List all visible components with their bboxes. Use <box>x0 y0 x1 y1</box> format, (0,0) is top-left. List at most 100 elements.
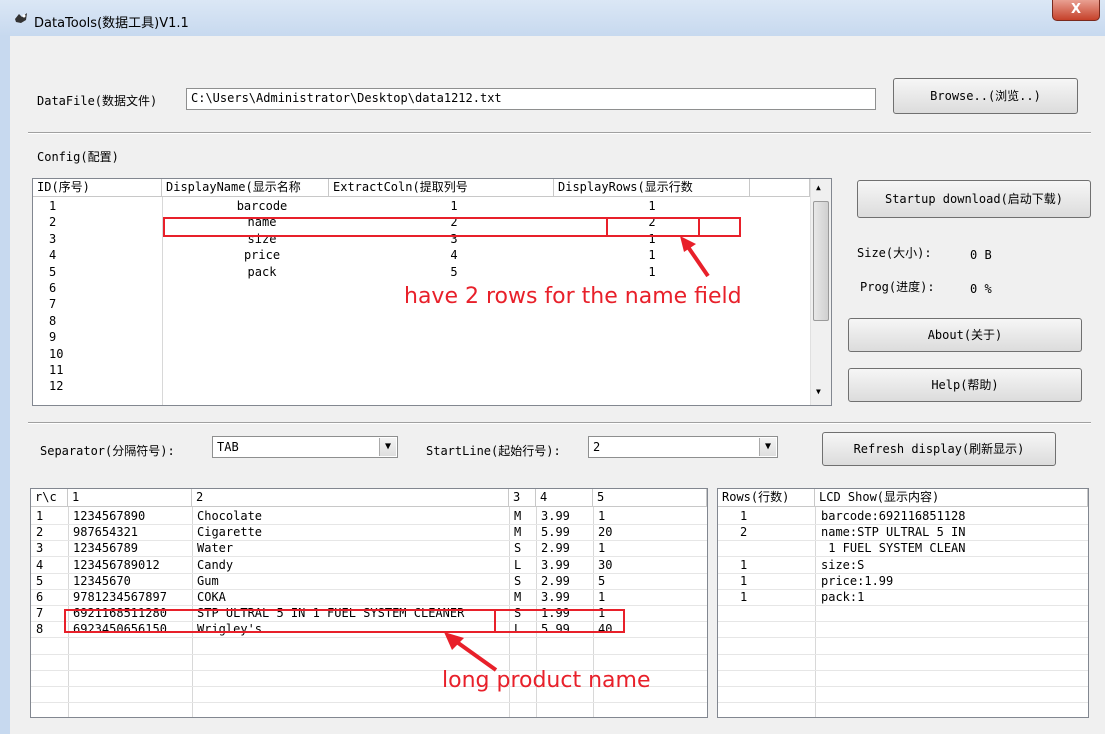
lcd-cell-rows: 2 <box>740 525 748 540</box>
lcd-row[interactable]: 1 barcode:692116851128 <box>718 508 1088 525</box>
lcd-cell-show: 1 FUEL SYSTEM CLEAN <box>821 541 966 556</box>
table-cell: Gum <box>197 573 219 588</box>
config-cell-coln <box>329 313 579 329</box>
lcd-row[interactable]: 1 price:1.99 <box>718 573 1088 590</box>
table-cell: M <box>514 509 522 523</box>
scroll-up-icon[interactable]: ▲ <box>816 183 821 192</box>
config-cell-id: 10 <box>49 346 64 361</box>
config-header-displayrows[interactable]: DisplayRows(显示行数 <box>554 179 750 197</box>
table-cell: Water <box>197 541 234 556</box>
product-row-highlight <box>64 609 496 633</box>
lcd-row[interactable] <box>718 654 1088 671</box>
separator-select[interactable]: TAB ▼ <box>212 436 398 458</box>
table-row[interactable]: 4 123456789012 Candy L 3.99 30 <box>31 557 707 574</box>
config-cell-id: 4 <box>49 248 57 263</box>
table-cell: 12345670 <box>73 573 131 588</box>
config-header-extractcoln[interactable]: ExtractColn(提取列号 <box>329 179 554 197</box>
lcd-cell-rows: 1 <box>740 590 748 604</box>
config-cell-coln <box>329 346 579 362</box>
table-cell: L <box>514 557 522 572</box>
table-cell: 6 <box>36 590 44 604</box>
data-header-col3[interactable]: 3 <box>509 489 536 507</box>
config-cell-id: 9 <box>49 330 57 345</box>
config-row[interactable]: 10 <box>33 346 810 362</box>
lcd-cell-rows: 1 <box>740 509 748 523</box>
config-cell-disp <box>554 362 750 378</box>
config-header-displayname[interactable]: DisplayName(显示名称 <box>162 179 329 197</box>
config-scrollbar[interactable]: ▲ ▼ <box>810 179 831 405</box>
table-cell: 123456789012 <box>73 557 160 572</box>
data-header-col1[interactable]: 1 <box>68 489 192 507</box>
browse-button[interactable]: Browse..(浏览..) <box>893 78 1078 114</box>
table-row[interactable]: 6 9781234567897 COKA M 3.99 1 <box>31 589 707 606</box>
lcd-row[interactable] <box>718 638 1088 655</box>
config-cell-disp <box>554 346 750 362</box>
chevron-down-icon[interactable]: ▼ <box>759 438 776 456</box>
lcd-cell-show: price:1.99 <box>821 573 894 588</box>
config-label: Config(配置) <box>37 150 119 164</box>
table-row[interactable]: 5 12345670 Gum S 2.99 5 <box>31 573 707 590</box>
startup-download-button[interactable]: Startup download(启动下载) <box>857 180 1091 218</box>
app-icon <box>15 13 27 23</box>
config-header-id[interactable]: ID(序号) <box>33 179 162 197</box>
about-button[interactable]: About(关于) <box>848 318 1082 352</box>
data-header-col5[interactable]: 5 <box>593 489 707 507</box>
scroll-thumb[interactable] <box>813 201 829 321</box>
lcd-table[interactable]: Rows(行数) LCD Show(显示内容) 1 barcode:6921168… <box>717 488 1089 718</box>
table-cell: 8 <box>36 622 44 637</box>
config-row[interactable]: 12 <box>33 378 810 394</box>
table-cell: 5.99 <box>541 525 570 540</box>
config-cell-disp <box>554 378 750 394</box>
lcd-header-rows[interactable]: Rows(行数) <box>718 489 815 507</box>
refresh-display-button[interactable]: Refresh display(刷新显示) <box>822 432 1056 466</box>
chevron-down-icon[interactable]: ▼ <box>379 438 396 456</box>
lcd-row[interactable]: 1 FUEL SYSTEM CLEAN <box>718 540 1088 558</box>
config-cell-disp <box>554 313 750 329</box>
config-cell-id: 3 <box>49 231 57 246</box>
help-button[interactable]: Help(帮助) <box>848 368 1082 402</box>
lcd-row[interactable] <box>718 621 1088 639</box>
datafile-path-input[interactable]: C:\Users\Administrator\Desktop\data1212.… <box>186 88 876 110</box>
table-row[interactable]: 1 1234567890 Chocolate M 3.99 1 <box>31 508 707 525</box>
config-cell-id: 11 <box>49 363 64 377</box>
lcd-cell-show: pack:1 <box>821 590 865 604</box>
config-cell-id: 12 <box>49 379 64 394</box>
datafile-label: DataFile(数据文件) <box>37 94 158 108</box>
table-row[interactable]: 3 123456789 Water S 2.99 1 <box>31 540 707 558</box>
scroll-down-icon[interactable]: ▼ <box>816 387 821 396</box>
config-row[interactable]: 1 barcode 1 1 <box>33 198 810 214</box>
name-annotation-text: long product name <box>442 668 651 693</box>
config-cell-id: 8 <box>49 313 57 328</box>
table-row[interactable] <box>31 638 707 655</box>
startline-select[interactable]: 2 ▼ <box>588 436 778 458</box>
row-gridline <box>31 702 707 704</box>
lcd-row[interactable]: 1 size:S <box>718 557 1088 574</box>
lcd-row[interactable]: 2 name:STP ULTRAL 5 IN <box>718 524 1088 542</box>
lcd-row[interactable] <box>718 670 1088 687</box>
config-row[interactable]: 8 <box>33 313 810 329</box>
lcd-header-show[interactable]: LCD Show(显示内容) <box>815 489 1088 507</box>
size-label: Size(大小): <box>857 246 932 260</box>
size-value: 0 B <box>970 248 992 262</box>
config-cell-id: 2 <box>49 215 57 230</box>
data-header-col2[interactable]: 2 <box>192 489 509 507</box>
rows-annotation-text: have 2 rows for the name field <box>404 284 742 309</box>
config-row[interactable]: 9 <box>33 329 810 345</box>
lcd-row[interactable]: 1 pack:1 <box>718 589 1088 606</box>
lcd-cell-rows: 1 <box>740 557 748 572</box>
table-cell: 123456789 <box>73 541 139 556</box>
lcd-row[interactable] <box>718 686 1088 704</box>
config-cell-coln <box>329 329 579 345</box>
table-cell: COKA <box>197 590 226 604</box>
data-header-col4[interactable]: 4 <box>536 489 593 507</box>
table-cell: 4 <box>36 557 44 572</box>
config-header-blank <box>750 179 810 197</box>
config-cell-disp: 1 <box>648 264 656 279</box>
startline-label: StartLine(起始行号): <box>426 444 561 458</box>
config-cell-id: 7 <box>49 297 57 312</box>
config-row[interactable]: 11 <box>33 362 810 378</box>
table-row[interactable]: 2 987654321 Cigarette M 5.99 20 <box>31 524 707 542</box>
lcd-row[interactable] <box>718 605 1088 623</box>
close-button[interactable]: X <box>1052 0 1100 21</box>
data-header-rc[interactable]: r\c <box>31 489 68 507</box>
